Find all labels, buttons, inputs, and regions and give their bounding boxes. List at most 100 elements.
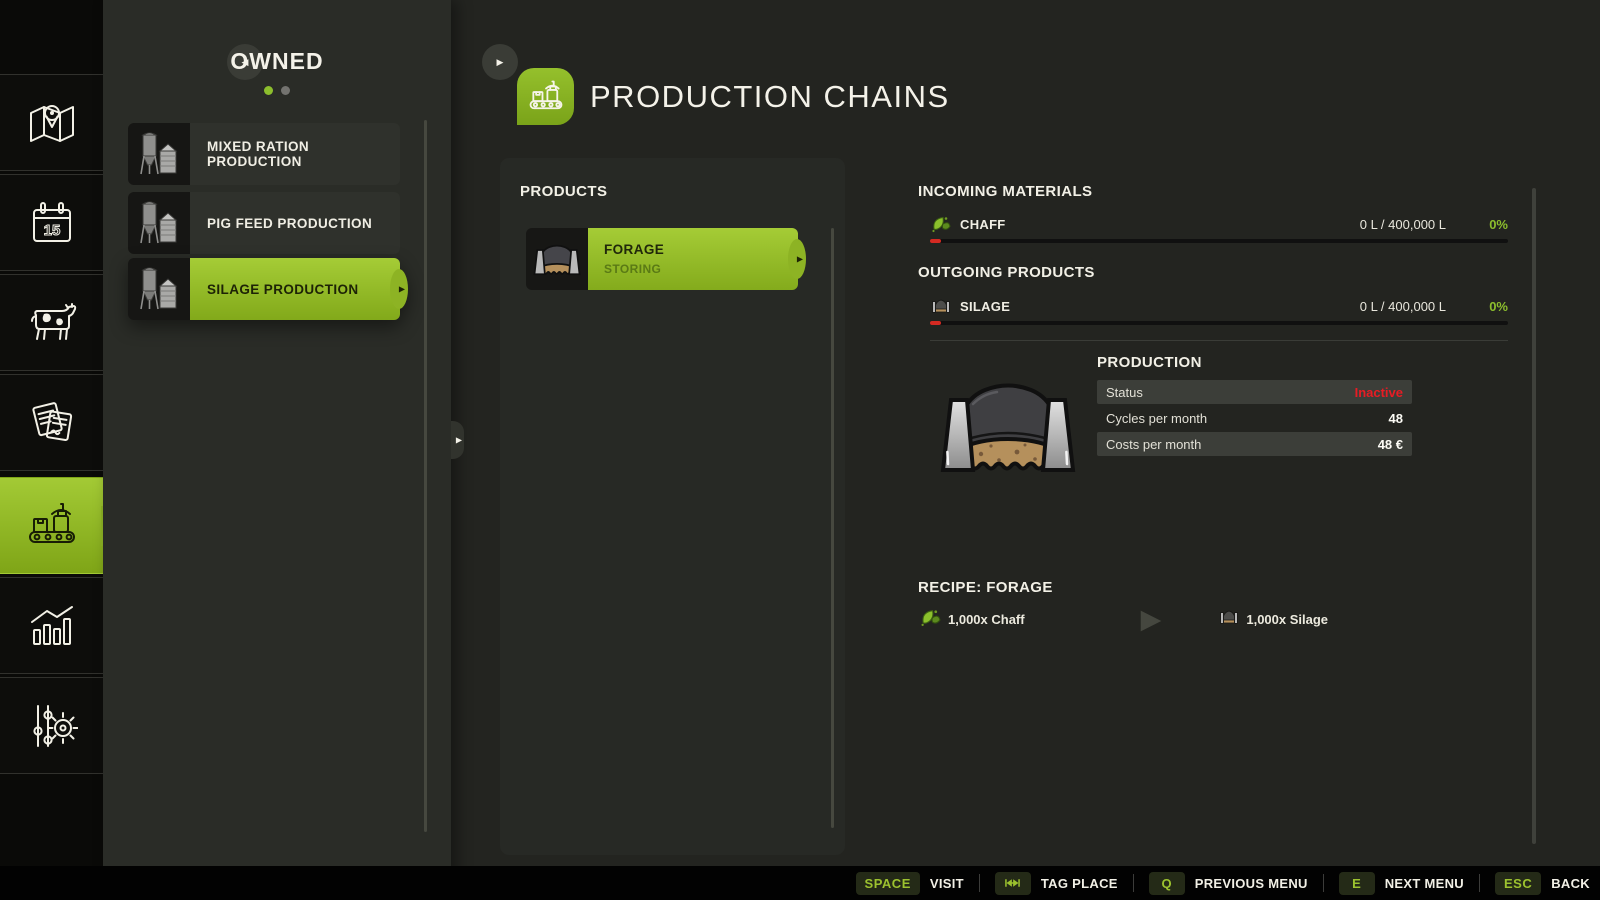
page-title: PRODUCTION CHAINS: [590, 79, 950, 115]
chaff-progress-bar: [930, 239, 1508, 243]
product-name: FORAGE: [604, 242, 798, 257]
settings-icon: [26, 700, 78, 752]
bunker-silo-thumbnail: [526, 228, 588, 290]
status-value: Inactive: [1355, 385, 1403, 400]
silo-icon: [133, 197, 185, 249]
material-row-silage: SILAGE 0 L / 400,000 L 0%: [930, 295, 1508, 317]
sidebar-item-settings[interactable]: [0, 677, 103, 774]
cow-icon: [24, 302, 80, 344]
silo-thumbnail: [128, 123, 190, 185]
sidebar-item-production-chains[interactable]: ▶: [0, 477, 103, 574]
silage-icon: [1219, 609, 1239, 630]
tab-icon: [1005, 878, 1020, 888]
sidebar-item-map[interactable]: [0, 74, 103, 171]
action-next-menu[interactable]: E NEXT MENU: [1339, 872, 1464, 895]
pagination-dots: [103, 86, 451, 95]
panel-expand-handle[interactable]: ▶: [451, 421, 464, 459]
row-label: Cycles per month: [1106, 411, 1207, 426]
production-chains-screen: 15: [0, 0, 1600, 900]
outgoing-products-title: OUTGOING PRODUCTS: [918, 264, 1095, 281]
product-status: STORING: [604, 262, 798, 276]
owned-item-mixed-ration[interactable]: MIXED RATION PRODUCTION: [128, 123, 400, 185]
owned-productions-panel: ◀ OWNED ▶ MIXED RATION PRODUCTION: [103, 0, 451, 900]
footer-divider: [1323, 874, 1324, 892]
hotkey-bar: SPACE VISIT TAG PLACE Q PREVIOUS MENU: [0, 866, 1600, 900]
action-tag-place[interactable]: TAG PLACE: [995, 872, 1118, 895]
sidebar-item-animals[interactable]: [0, 274, 103, 371]
bunker-silo-image: [933, 376, 1083, 481]
product-item-forage[interactable]: FORAGE STORING ▶: [526, 228, 798, 290]
production-chains-icon: [527, 78, 565, 116]
incoming-materials-title: INCOMING MATERIALS: [918, 183, 1092, 200]
action-label: PREVIOUS MENU: [1195, 876, 1308, 891]
tab-key[interactable]: [995, 872, 1031, 895]
chaff-icon: [920, 608, 941, 632]
action-label: VISIT: [930, 876, 964, 891]
products-panel-title: PRODUCTS: [520, 183, 607, 200]
material-percent: 0%: [1446, 217, 1508, 232]
action-back[interactable]: ESC BACK: [1495, 872, 1590, 895]
chevron-right-icon: ▶: [399, 285, 405, 294]
owned-item-label: SILAGE PRODUCTION: [190, 258, 400, 320]
details-scrollbar[interactable]: [1532, 188, 1536, 844]
selected-item-bump: ▶: [788, 239, 806, 279]
documents-icon: [26, 397, 78, 449]
statistics-icon: [26, 602, 78, 650]
material-name: CHAFF: [960, 217, 1006, 232]
material-row-chaff: CHAFF 0 L / 400,000 L 0%: [930, 213, 1508, 235]
pagination-dot-active: [264, 86, 273, 95]
action-visit[interactable]: SPACE VISIT: [856, 872, 964, 895]
sidebar-item-calendar[interactable]: 15: [0, 174, 103, 271]
material-name: SILAGE: [960, 299, 1010, 314]
owned-scrollbar[interactable]: [424, 120, 427, 832]
recipe-title: RECIPE: FORAGE: [918, 579, 1053, 596]
production-info-table: Status Inactive Cycles per month 48 Cost…: [1097, 380, 1412, 458]
next-category-button[interactable]: ▶: [482, 44, 518, 80]
q-key[interactable]: Q: [1149, 872, 1185, 895]
footer-divider: [1479, 874, 1480, 892]
bunker-silo-icon: [531, 236, 583, 282]
costs-value: 48 €: [1378, 437, 1403, 452]
e-key[interactable]: E: [1339, 872, 1375, 895]
chevron-right-icon: ▶: [797, 255, 803, 264]
action-label: TAG PLACE: [1041, 876, 1118, 891]
recipe-arrow-icon: ▶: [1141, 606, 1162, 633]
products-scrollbar[interactable]: [831, 228, 834, 828]
selected-item-bump: ▶: [390, 269, 408, 309]
action-label: BACK: [1551, 876, 1590, 891]
silo-icon: [133, 128, 185, 180]
owned-panel-title: OWNED: [103, 48, 451, 75]
page-icon-badge: [517, 68, 574, 125]
owned-item-pig-feed[interactable]: PIG FEED PRODUCTION: [128, 192, 400, 254]
sidebar-item-contracts[interactable]: [0, 374, 103, 471]
production-row-status: Status Inactive: [1097, 380, 1412, 404]
footer-divider: [979, 874, 980, 892]
recipe-output: 1,000x Silage: [1246, 612, 1328, 627]
production-chains-icon: [25, 500, 79, 552]
material-percent: 0%: [1446, 299, 1508, 314]
calendar-icon: 15: [28, 199, 76, 247]
production-row-cycles: Cycles per month 48: [1097, 406, 1412, 430]
action-label: NEXT MENU: [1385, 876, 1464, 891]
sidebar-item-statistics[interactable]: [0, 577, 103, 674]
silage-progress-bar: [930, 321, 1508, 325]
map-icon: [26, 100, 78, 146]
material-amount: 0 L / 400,000 L: [1360, 217, 1446, 232]
space-key[interactable]: SPACE: [856, 872, 920, 895]
silo-thumbnail: [128, 258, 190, 320]
owned-item-label: MIXED RATION PRODUCTION: [190, 123, 400, 185]
products-panel: PRODUCTS FORAGE STORING ▶: [500, 158, 845, 855]
silo-icon: [133, 263, 185, 315]
action-previous-menu[interactable]: Q PREVIOUS MENU: [1149, 872, 1308, 895]
material-amount: 0 L / 400,000 L: [1360, 299, 1446, 314]
section-divider: [930, 340, 1508, 341]
esc-key[interactable]: ESC: [1495, 872, 1541, 895]
recipe-input: 1,000x Chaff: [948, 612, 1025, 627]
owned-item-silage-selected[interactable]: SILAGE PRODUCTION ▶: [128, 258, 400, 320]
production-row-costs: Costs per month 48 €: [1097, 432, 1412, 456]
product-body: FORAGE STORING: [588, 228, 798, 290]
main-menu-sidebar: 15: [0, 0, 103, 900]
svg-text:15: 15: [43, 222, 60, 239]
owned-item-label: PIG FEED PRODUCTION: [190, 192, 400, 254]
chaff-icon: [930, 215, 952, 233]
